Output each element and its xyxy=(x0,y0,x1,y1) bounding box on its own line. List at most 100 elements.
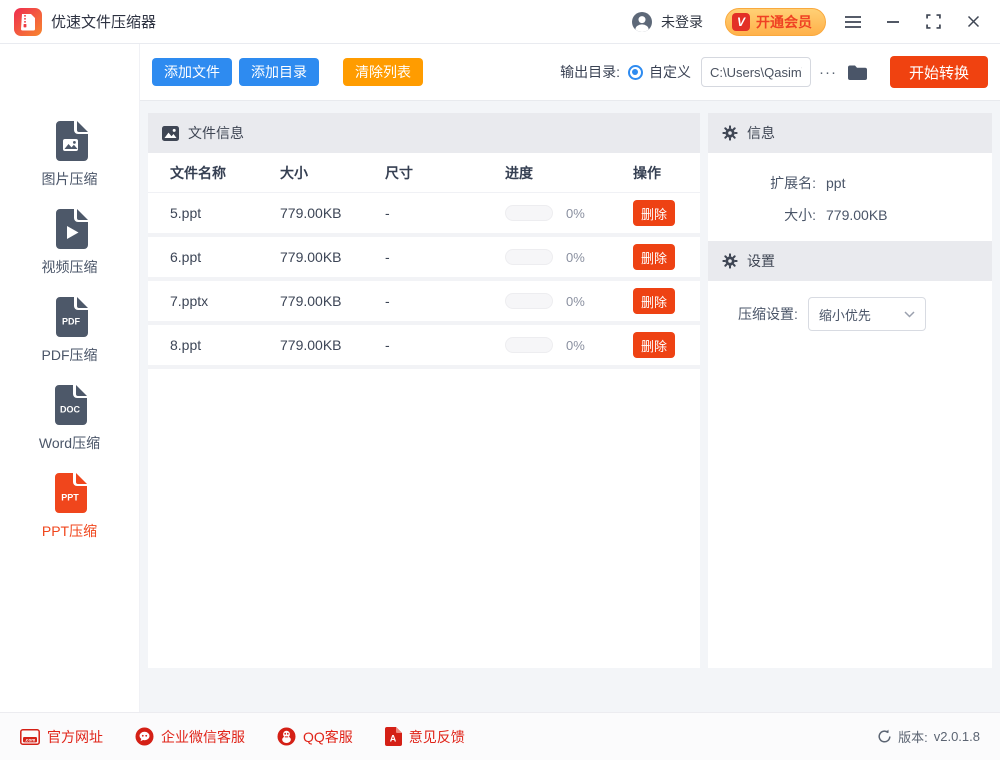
compression-mode-select[interactable]: 缩小优先 xyxy=(808,297,926,331)
info-settings-panel: 信息 扩展名: ppt 大小: 779.00KB xyxy=(708,113,992,668)
open-vip-button[interactable]: V 开通会员 xyxy=(725,8,826,36)
version-info: 版本: v2.0.1.8 xyxy=(877,727,980,746)
sidebar-item-label: PDF压缩 xyxy=(42,345,98,365)
official-website-link[interactable]: .com 官方网址 xyxy=(20,727,103,747)
delete-button[interactable]: 删除 xyxy=(633,332,675,358)
info-fields: 扩展名: ppt 大小: 779.00KB xyxy=(708,153,992,241)
app-logo-icon xyxy=(14,8,42,36)
custom-radio-label: 自定义 xyxy=(649,62,691,82)
column-action: 操作 xyxy=(633,163,700,183)
pdf-file-icon: PDF xyxy=(51,296,89,338)
titlebar: 优速文件压缩器 未登录 V 开通会员 xyxy=(0,0,1000,44)
file-size: 779.00KB xyxy=(280,293,385,309)
login-status-label: 未登录 xyxy=(661,12,703,32)
column-progress: 进度 xyxy=(505,163,633,183)
column-size: 大小 xyxy=(280,163,385,183)
footer-link-label: QQ客服 xyxy=(303,727,353,747)
login-status[interactable]: 未登录 xyxy=(631,11,703,33)
column-filename: 文件名称 xyxy=(148,163,280,183)
file-rows: 5.ppt 779.00KB - 0% 删除 6.ppt 779.00KB - … xyxy=(148,193,700,668)
extension-value: ppt xyxy=(826,175,845,191)
sidebar-item-pdf-compress[interactable]: PDF PDF压缩 xyxy=(42,296,98,365)
start-convert-button[interactable]: 开始转换 xyxy=(890,56,988,88)
file-dimension: - xyxy=(385,337,505,353)
delete-button[interactable]: 删除 xyxy=(633,288,675,314)
wechat-support-link[interactable]: 企业微信客服 xyxy=(135,727,245,747)
progress-percent: 0% xyxy=(566,294,585,309)
delete-button[interactable]: 删除 xyxy=(633,200,675,226)
footer-link-label: 意见反馈 xyxy=(409,727,465,747)
minimize-icon[interactable] xyxy=(880,9,906,35)
extension-label: 扩展名: xyxy=(708,173,816,193)
output-path-input[interactable] xyxy=(701,57,811,87)
sidebar-item-label: Word压缩 xyxy=(39,433,100,453)
size-value: 779.00KB xyxy=(826,207,888,223)
svg-text:PDF: PDF xyxy=(62,317,81,327)
file-info-panel: 文件信息 文件名称 大小 尺寸 进度 操作 5.ppt 779.00KB - 0… xyxy=(148,113,700,668)
progress-bar xyxy=(505,293,553,309)
footer-link-label: 企业微信客服 xyxy=(161,727,245,747)
refresh-icon[interactable] xyxy=(877,729,892,744)
compression-mode-value: 缩小优先 xyxy=(819,305,871,324)
sidebar-item-label: PPT压缩 xyxy=(42,521,97,541)
image-icon xyxy=(162,126,179,141)
file-name: 7.pptx xyxy=(148,293,280,309)
progress-bar xyxy=(505,337,553,353)
doc-file-icon: DOC xyxy=(50,384,88,426)
compression-setting-label: 压缩设置: xyxy=(738,304,798,324)
file-info-title: 文件信息 xyxy=(188,123,244,143)
footer-link-label: 官方网址 xyxy=(47,727,103,747)
sidebar-item-video-compress[interactable]: 视频压缩 xyxy=(42,208,98,277)
column-dimension: 尺寸 xyxy=(385,163,505,183)
close-icon[interactable] xyxy=(960,9,986,35)
sidebar-item-label: 图片压缩 xyxy=(42,169,98,189)
feedback-link[interactable]: A 意见反馈 xyxy=(385,727,465,747)
progress-bar xyxy=(505,205,553,221)
folder-icon[interactable] xyxy=(847,64,868,81)
toolbar: 添加文件 添加目录 清除列表 输出目录: 自定义 ··· 开始转换 xyxy=(140,44,1000,101)
custom-radio[interactable] xyxy=(628,65,643,80)
table-row[interactable]: 7.pptx 779.00KB - 0% 删除 xyxy=(148,281,700,325)
sidebar-item-word-compress[interactable]: DOC Word压缩 xyxy=(39,384,100,453)
file-size: 779.00KB xyxy=(280,337,385,353)
sidebar: 图片压缩 视频压缩 PDF PDF压缩 DOC xyxy=(0,44,140,712)
add-file-button[interactable]: 添加文件 xyxy=(152,58,232,86)
ppt-file-icon: PPT xyxy=(50,472,88,514)
table-row[interactable]: 6.ppt 779.00KB - 0% 删除 xyxy=(148,237,700,281)
chevron-down-icon xyxy=(904,311,915,318)
table-row[interactable]: 5.ppt 779.00KB - 0% 删除 xyxy=(148,193,700,237)
progress-bar xyxy=(505,249,553,265)
file-info-header: 文件信息 xyxy=(148,113,700,153)
svg-text:A: A xyxy=(390,734,397,744)
add-directory-button[interactable]: 添加目录 xyxy=(239,58,319,86)
gear-icon xyxy=(722,125,738,141)
browse-more-button[interactable]: ··· xyxy=(819,64,837,81)
sidebar-item-image-compress[interactable]: 图片压缩 xyxy=(42,120,98,189)
progress-percent: 0% xyxy=(566,338,585,353)
settings-header: 设置 xyxy=(708,241,992,281)
file-name: 5.ppt xyxy=(148,205,280,221)
video-file-icon xyxy=(51,208,89,250)
info-header: 信息 xyxy=(708,113,992,153)
website-icon: .com xyxy=(20,729,40,745)
settings-title: 设置 xyxy=(747,251,775,271)
file-name: 6.ppt xyxy=(148,249,280,265)
main-content: 文件信息 文件名称 大小 尺寸 进度 操作 5.ppt 779.00KB - 0… xyxy=(140,101,1000,712)
progress-percent: 0% xyxy=(566,206,585,221)
footer: .com 官方网址 企业微信客服 QQ客服 xyxy=(0,712,1000,760)
app-title: 优速文件压缩器 xyxy=(51,11,156,32)
vip-icon: V xyxy=(732,13,750,31)
qq-support-link[interactable]: QQ客服 xyxy=(277,727,353,747)
sidebar-item-ppt-compress[interactable]: PPT PPT压缩 xyxy=(42,472,97,541)
gear-icon xyxy=(722,253,738,269)
progress-percent: 0% xyxy=(566,250,585,265)
vip-button-label: 开通会员 xyxy=(756,12,812,32)
delete-button[interactable]: 删除 xyxy=(633,244,675,270)
file-dimension: - xyxy=(385,249,505,265)
menu-icon[interactable] xyxy=(840,9,866,35)
clear-list-button[interactable]: 清除列表 xyxy=(343,58,423,86)
user-icon xyxy=(631,11,653,33)
maximize-icon[interactable] xyxy=(920,9,946,35)
output-dir-label: 输出目录: xyxy=(560,62,620,82)
table-row[interactable]: 8.ppt 779.00KB - 0% 删除 xyxy=(148,325,700,369)
